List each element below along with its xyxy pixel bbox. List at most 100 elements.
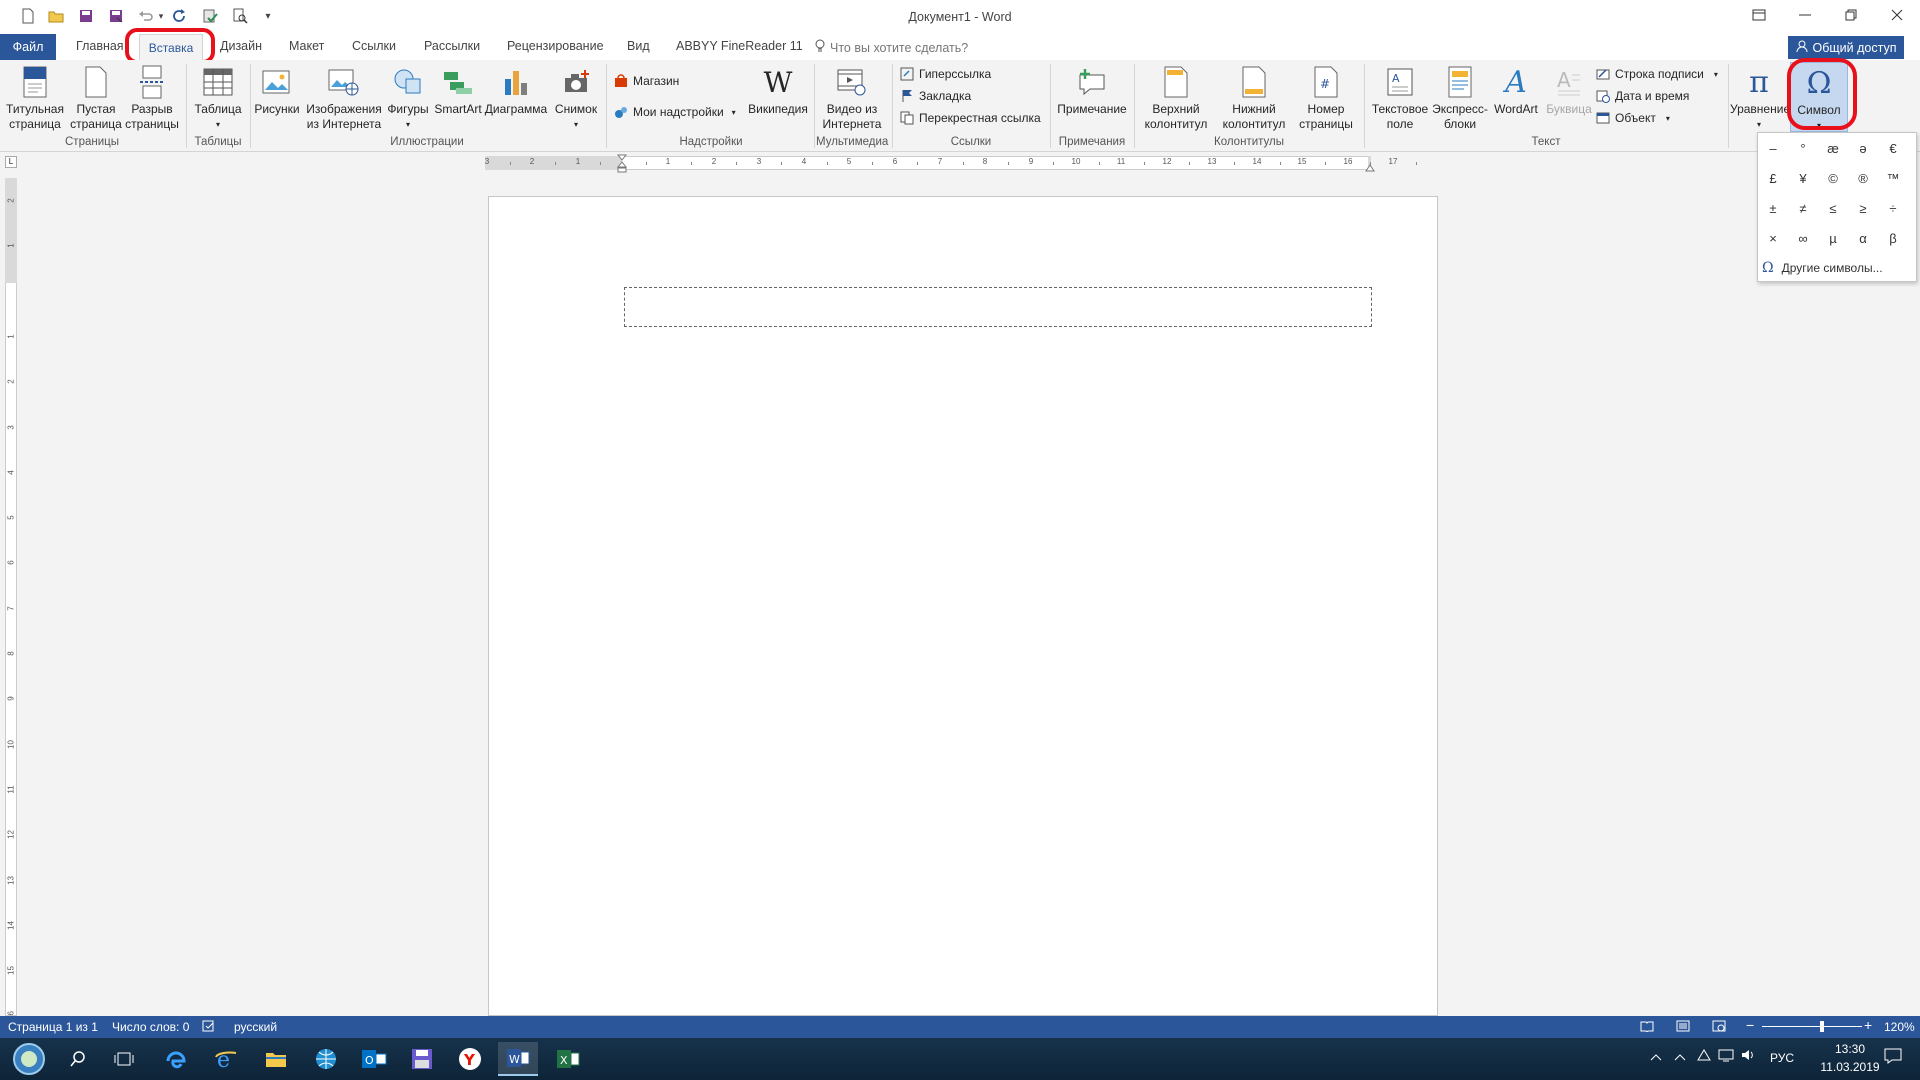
excel-icon[interactable]: X — [548, 1042, 588, 1076]
restore-icon[interactable] — [1828, 0, 1874, 30]
tab-home[interactable]: Главная — [76, 39, 124, 53]
vertical-ruler[interactable] — [5, 178, 17, 1016]
zoom-slider-thumb[interactable] — [1820, 1021, 1824, 1032]
hyperlink-button[interactable]: Гиперссылка — [898, 63, 991, 85]
tray-arrow-icon[interactable] — [1674, 1050, 1686, 1064]
symbol-cell[interactable]: ә — [1848, 133, 1878, 163]
tab-file[interactable]: Файл — [0, 34, 56, 60]
ribbon-display-options-icon[interactable] — [1736, 0, 1782, 30]
zoom-level[interactable]: 120% — [1884, 1020, 1915, 1034]
tray-hardware-icon[interactable] — [1696, 1048, 1712, 1065]
zoom-slider[interactable] — [1762, 1021, 1862, 1032]
tell-me-box[interactable]: Что вы хотите сделать? — [815, 39, 968, 56]
indent-marker-icon[interactable] — [616, 154, 628, 177]
symbol-cell[interactable]: £ — [1758, 163, 1788, 193]
signature-dropdown-icon[interactable]: ▾ — [1714, 70, 1718, 79]
symbol-cell[interactable]: ® — [1848, 163, 1878, 193]
equation-button[interactable]: π Уравнение ▾ — [1730, 62, 1788, 132]
shapes-button[interactable]: Фигуры ▾ — [384, 62, 432, 132]
volume-icon[interactable] — [1740, 1048, 1756, 1065]
text-box-button[interactable]: A Текстовое поле — [1368, 62, 1432, 132]
drop-cap-button[interactable]: A Буквица — [1544, 62, 1594, 132]
symbol-cell[interactable]: æ — [1818, 133, 1848, 163]
screenshot-button[interactable]: Снимок ▾ — [550, 62, 602, 132]
symbol-cell[interactable]: α — [1848, 223, 1878, 253]
new-comment-button[interactable]: Примечание — [1054, 62, 1130, 132]
minimize-icon[interactable] — [1782, 0, 1828, 30]
symbol-cell[interactable]: ™ — [1878, 163, 1908, 193]
symbol-cell[interactable]: ∞ — [1788, 223, 1818, 253]
pictures-button[interactable]: Рисунки — [252, 62, 302, 132]
zoom-in-button[interactable]: + — [1864, 1017, 1872, 1033]
object-dropdown-icon[interactable]: ▾ — [1666, 114, 1670, 123]
cover-page-button[interactable]: Титульная страница — [4, 62, 66, 132]
web-layout-icon[interactable] — [1712, 1020, 1726, 1035]
table-button[interactable]: Таблица ▾ — [190, 62, 246, 132]
word-count[interactable]: Число слов: 0 — [112, 1020, 189, 1034]
save-app-icon[interactable] — [402, 1042, 442, 1076]
chart-button[interactable]: Диаграмма — [484, 62, 548, 132]
page-count[interactable]: Страница 1 из 1 — [8, 1020, 98, 1034]
symbol-cell[interactable]: ° — [1788, 133, 1818, 163]
blank-page-button[interactable]: Пустая страница — [70, 62, 122, 132]
start-button-icon[interactable] — [6, 1042, 52, 1076]
symbol-cell[interactable]: € — [1878, 133, 1908, 163]
symbol-cell[interactable]: ¥ — [1788, 163, 1818, 193]
proofing-icon[interactable] — [202, 1020, 216, 1035]
yandex-browser-icon[interactable]: Y — [450, 1042, 490, 1076]
language-indicator[interactable]: русский — [234, 1020, 277, 1034]
edge-icon[interactable] — [156, 1042, 196, 1076]
tab-mailings[interactable]: Рассылки — [424, 39, 480, 53]
print-layout-icon[interactable] — [1676, 1020, 1690, 1035]
more-symbols-item[interactable]: Ω Другие символы... — [1762, 257, 1912, 279]
bookmark-button[interactable]: Закладка — [898, 85, 971, 107]
symbol-cell[interactable]: © — [1818, 163, 1848, 193]
tab-references[interactable]: Ссылки — [352, 39, 396, 53]
symbol-cell[interactable]: ≠ — [1788, 193, 1818, 223]
close-icon[interactable] — [1874, 0, 1920, 30]
cross-reference-button[interactable]: Перекрестная ссылка — [898, 107, 1041, 129]
search-icon[interactable] — [58, 1042, 98, 1076]
tab-view[interactable]: Вид — [627, 39, 650, 53]
header-button[interactable]: Верхний колонтитул — [1138, 62, 1214, 132]
symbol-cell[interactable]: ± — [1758, 193, 1788, 223]
outlook-icon[interactable]: O — [354, 1042, 394, 1076]
internet-explorer-icon[interactable]: e — [206, 1042, 246, 1076]
share-button[interactable]: Общий доступ — [1788, 36, 1904, 59]
right-indent-marker-icon[interactable] — [1365, 161, 1375, 175]
my-addins-dropdown-icon[interactable]: ▾ — [732, 108, 736, 117]
quick-parts-button[interactable]: Экспресс- блоки — [1432, 62, 1488, 132]
tab-layout[interactable]: Макет — [289, 39, 324, 53]
symbol-cell[interactable]: ÷ — [1878, 193, 1908, 223]
wordart-button[interactable]: A WordArt — [1488, 62, 1544, 132]
tab-selector[interactable]: L — [5, 156, 17, 168]
symbol-cell[interactable]: β — [1878, 223, 1908, 253]
symbol-cell[interactable]: – — [1758, 133, 1788, 163]
network-app-icon[interactable] — [306, 1042, 346, 1076]
signature-line-button[interactable]: Строка подписи ▾ — [1594, 63, 1718, 85]
object-button[interactable]: Объект ▾ — [1594, 107, 1670, 129]
page-number-button[interactable]: # Номер страницы — [1294, 62, 1358, 132]
symbol-cell[interactable]: × — [1758, 223, 1788, 253]
text-box-placeholder[interactable] — [624, 287, 1372, 327]
online-video-button[interactable]: Видео из Интернета — [818, 62, 886, 132]
network-icon[interactable] — [1718, 1048, 1734, 1065]
word-taskbar-icon[interactable]: W — [498, 1042, 538, 1076]
smartart-button[interactable]: SmartArt — [432, 62, 484, 132]
footer-button[interactable]: Нижний колонтитул — [1216, 62, 1292, 132]
online-pictures-button[interactable]: Изображения из Интернета — [304, 62, 384, 132]
file-explorer-icon[interactable] — [256, 1042, 296, 1076]
wikipedia-button[interactable]: W Википедия — [744, 62, 812, 132]
tab-abbyy[interactable]: ABBYY FineReader 11 — [676, 39, 803, 53]
tray-expand-icon[interactable] — [1650, 1050, 1662, 1064]
action-center-icon[interactable] — [1884, 1048, 1902, 1067]
symbol-cell[interactable]: µ — [1818, 223, 1848, 253]
tab-design[interactable]: Дизайн — [220, 39, 262, 53]
task-view-icon[interactable] — [104, 1042, 144, 1076]
read-mode-icon[interactable] — [1640, 1020, 1654, 1035]
clock[interactable]: 13:30 11.03.2019 — [1820, 1042, 1880, 1074]
symbol-cell[interactable]: ≤ — [1818, 193, 1848, 223]
tab-review[interactable]: Рецензирование — [507, 39, 604, 53]
my-addins-button[interactable]: Мои надстройки ▾ — [612, 101, 736, 123]
symbol-cell[interactable]: ≥ — [1848, 193, 1878, 223]
